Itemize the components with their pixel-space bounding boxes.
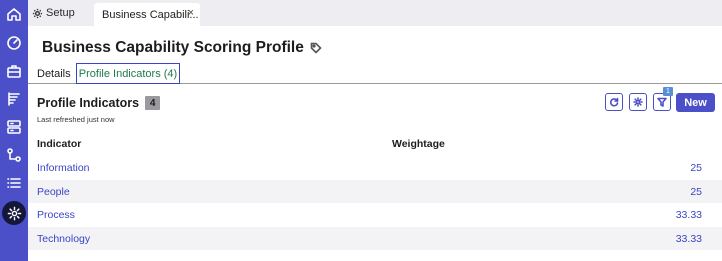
gear-icon (633, 97, 643, 107)
tab-setup-label: Setup (46, 7, 75, 19)
filter-icon (657, 97, 667, 107)
list-settings-button[interactable] (629, 93, 647, 111)
column-header-weightage[interactable]: Weightage (392, 138, 445, 150)
table-row[interactable]: Technology 33.33 (28, 226, 722, 250)
column-header-indicator[interactable]: Indicator (37, 138, 81, 150)
last-refreshed-text: Last refreshed just now (37, 115, 115, 124)
section-title: Profile Indicators 4 (37, 96, 161, 110)
report-icon[interactable] (4, 89, 24, 109)
table-row[interactable]: Information 25 (28, 156, 722, 180)
weightage-value[interactable]: 25 (690, 162, 702, 174)
profile-indicators-table: Indicator Weightage Information 25 Peopl… (28, 134, 722, 250)
refresh-button[interactable] (605, 93, 623, 111)
indicator-link[interactable]: Technology (37, 233, 90, 245)
indicator-link[interactable]: Information (37, 162, 90, 174)
dashboard-gauge-icon[interactable] (4, 33, 24, 53)
page-title-text: Business Capability Scoring Profile (42, 39, 304, 56)
weightage-value[interactable]: 33.33 (676, 233, 702, 245)
list-icon[interactable] (4, 173, 24, 193)
left-nav-rail (0, 0, 28, 261)
tag-icon[interactable] (310, 42, 322, 54)
refresh-icon (609, 97, 619, 107)
gear-icon (32, 8, 43, 18)
record-subtabs: Details Profile Indicators (4) (28, 63, 722, 84)
filter-count-badge: 1 (663, 87, 673, 96)
indicator-link[interactable]: People (37, 186, 70, 198)
table-row[interactable]: People 25 (28, 179, 722, 203)
workspace-tab-bar: Setup Business Capabili... × (28, 0, 722, 26)
briefcase-icon[interactable] (4, 61, 24, 81)
page-title: Business Capability Scoring Profile (42, 39, 322, 57)
close-icon[interactable]: × (188, 7, 194, 19)
weightage-value[interactable]: 25 (690, 186, 702, 198)
storage-icon[interactable] (4, 117, 24, 137)
tab-business-capability[interactable]: Business Capabili... × (94, 3, 200, 26)
home-icon[interactable] (4, 4, 24, 24)
record-count-badge: 4 (145, 96, 161, 110)
tab-business-capability-label: Business Capabili... (102, 8, 199, 21)
section-title-text: Profile Indicators (37, 96, 140, 110)
table-header: Indicator Weightage (28, 134, 722, 156)
workflow-icon[interactable] (4, 145, 24, 165)
new-button[interactable]: New (676, 93, 715, 112)
tab-details[interactable]: Details (37, 68, 71, 80)
weightage-value[interactable]: 33.33 (676, 209, 702, 221)
tab-setup[interactable]: Setup (32, 0, 75, 26)
indicator-link[interactable]: Process (37, 209, 75, 221)
tab-profile-indicators[interactable]: Profile Indicators (4) (76, 63, 180, 84)
settings-gear-icon[interactable] (2, 201, 26, 225)
tab-profile-indicators-label: Profile Indicators (4) (78, 67, 178, 80)
table-row[interactable]: Process 33.33 (28, 203, 722, 227)
